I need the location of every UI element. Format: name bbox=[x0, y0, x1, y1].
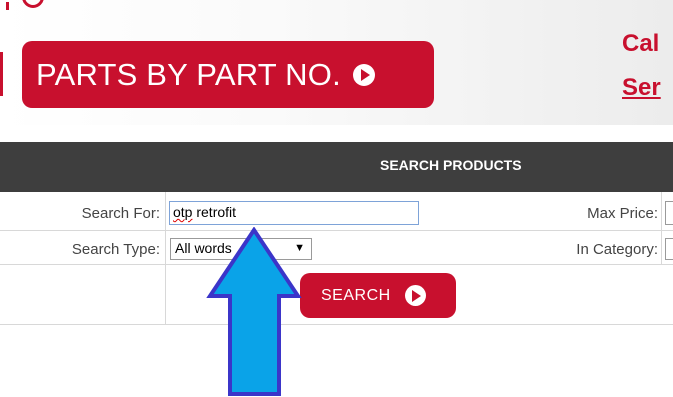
search-for-input[interactable]: otp retrofit bbox=[169, 201, 419, 225]
up-arrow-annotation bbox=[206, 227, 302, 396]
parts-button-label: PARTS BY PART NO. bbox=[36, 56, 341, 92]
max-price-input[interactable] bbox=[665, 201, 673, 225]
in-category-label: In Category: bbox=[576, 241, 658, 258]
column-divider bbox=[661, 192, 662, 264]
row-divider bbox=[0, 264, 673, 265]
search-type-label: Search Type: bbox=[71, 241, 160, 258]
search-for-label: Search For: bbox=[81, 205, 160, 222]
column-divider bbox=[165, 192, 166, 324]
left-accent-line bbox=[0, 52, 3, 96]
parts-by-part-no-button[interactable]: PARTS BY PART NO. bbox=[22, 41, 434, 108]
search-term-misspelled-word: otp bbox=[173, 204, 193, 220]
row-divider bbox=[0, 230, 673, 231]
search-term-rest: retrofit bbox=[192, 204, 237, 220]
call-text: Cal bbox=[622, 30, 660, 57]
search-button[interactable]: SEARCH bbox=[300, 273, 456, 318]
play-circle-icon bbox=[404, 285, 426, 306]
service-link[interactable]: Ser bbox=[622, 74, 661, 102]
search-products-title: SEARCH PRODUCTS bbox=[380, 157, 522, 173]
search-button-label: SEARCH bbox=[321, 286, 391, 304]
in-category-select[interactable] bbox=[665, 238, 673, 260]
row-divider bbox=[0, 324, 673, 325]
search-products-header: SEARCH PRODUCTS bbox=[0, 142, 673, 192]
logo-mark-icon bbox=[6, 2, 9, 10]
max-price-label: Max Price: bbox=[587, 205, 658, 222]
play-circle-icon bbox=[352, 63, 375, 86]
